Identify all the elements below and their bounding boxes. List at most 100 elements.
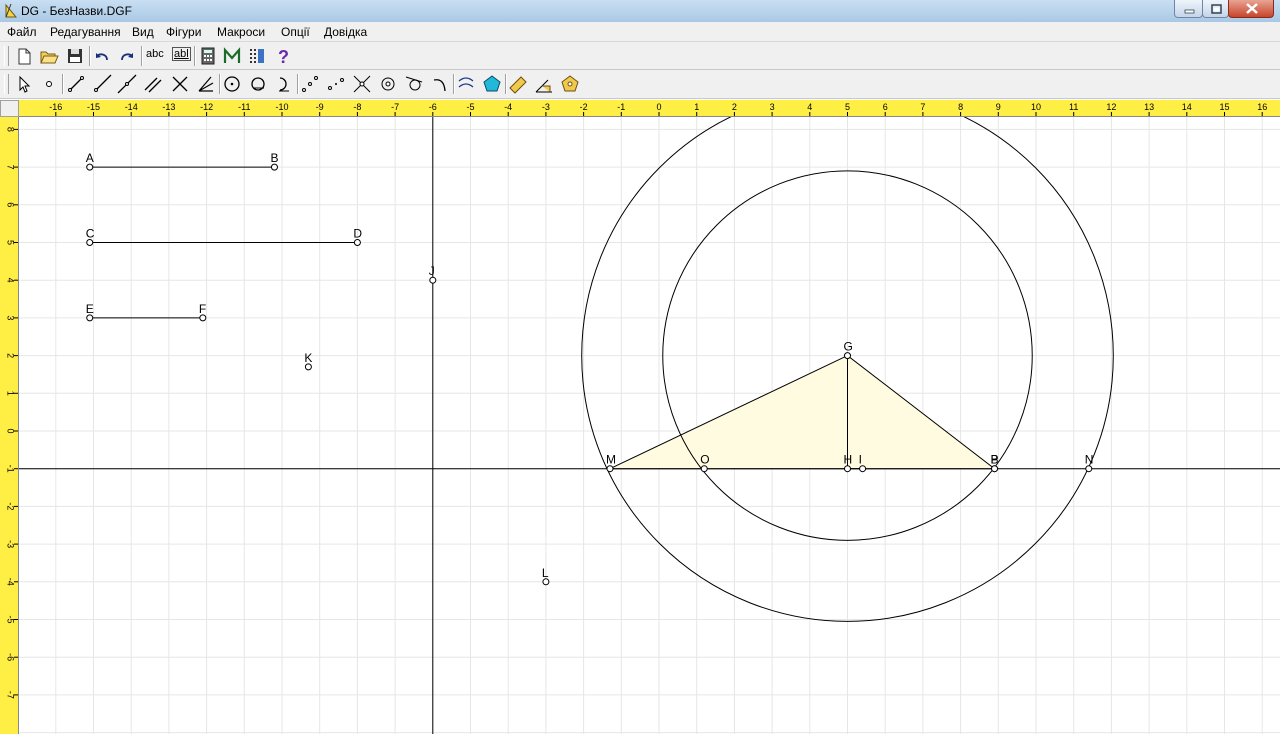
ruler-y-label: 7 (6, 165, 16, 170)
ruler-corner (0, 100, 19, 117)
ruler-x-label: -3 (542, 102, 550, 112)
point-tool[interactable] (38, 73, 60, 95)
calculator-icon (201, 47, 215, 65)
grid-button[interactable] (246, 45, 268, 67)
help-icon: ? (278, 47, 289, 67)
ruler-x-label: 6 (883, 102, 888, 112)
minimize-button[interactable] (1174, 0, 1203, 18)
segment-tool[interactable] (65, 73, 87, 95)
line-tool[interactable] (116, 73, 138, 95)
ray-tool[interactable] (91, 73, 113, 95)
ruler-x-label: -7 (391, 102, 399, 112)
macro-m-icon (223, 47, 241, 63)
redo-button[interactable] (116, 45, 138, 67)
undo-button[interactable] (91, 45, 113, 67)
ruler-x-label: -5 (466, 102, 474, 112)
measure-ruler-icon (509, 76, 527, 94)
calculator-button[interactable] (197, 45, 219, 67)
ruler-y-label: 0 (6, 428, 16, 433)
redo-icon (121, 53, 133, 61)
ruler-y-label: 6 (6, 202, 16, 207)
bisector-tool[interactable] (195, 73, 217, 95)
main-toolbar: abc abl ? (0, 42, 1280, 70)
close-icon (1246, 3, 1258, 14)
ruler-x-label: 13 (1144, 102, 1154, 112)
ruler-x-label: 1 (694, 102, 699, 112)
segment-icon (68, 76, 84, 92)
ruler-y-label: -7 (6, 691, 16, 699)
ruler-x-label: -6 (429, 102, 437, 112)
ruler-x-label: -4 (504, 102, 512, 112)
ruler-x-label: 2 (732, 102, 737, 112)
point-label-I: I (859, 453, 862, 467)
circle-icon (224, 76, 240, 92)
drawing-canvas[interactable]: ABCDEFJKLGHIMOPBN (19, 117, 1280, 734)
grid-dots-icon (250, 49, 264, 63)
circle-tool[interactable] (221, 73, 243, 95)
point-label-E: E (86, 302, 94, 316)
ruler-y-label: -1 (6, 465, 16, 473)
menu-figures[interactable]: Фігури (166, 25, 201, 39)
toolbar-grip[interactable] (4, 74, 9, 94)
midpoint-tool[interactable] (299, 73, 321, 95)
title-bar[interactable]: DG - БезНазви.DGF (0, 0, 1280, 23)
ruler-x-label: 14 (1182, 102, 1192, 112)
midpoint-icon (302, 76, 318, 92)
new-file-icon (18, 48, 31, 65)
perpendicular-tool[interactable] (169, 73, 191, 95)
point-on-circle-icon (381, 77, 395, 91)
measure-angle-tool[interactable] (533, 73, 555, 95)
close-button[interactable] (1228, 0, 1274, 18)
macro-button[interactable] (221, 45, 243, 67)
arc-tool[interactable] (273, 73, 295, 95)
menu-macros[interactable]: Макроси (217, 25, 265, 39)
pointer-tool[interactable] (13, 73, 35, 95)
window-title: DG - БезНазви.DGF (21, 4, 132, 18)
ruler-x-label: 8 (958, 102, 963, 112)
tangent-tool[interactable] (403, 73, 425, 95)
ruler-x-label: -9 (316, 102, 324, 112)
locus-tool[interactable] (455, 73, 477, 95)
polygon-tool[interactable] (481, 73, 503, 95)
ruler-y-label: 5 (6, 240, 16, 245)
ruler-x-label: 16 (1257, 102, 1267, 112)
ruler-x-label: 12 (1106, 102, 1116, 112)
measure-angle-icon (535, 79, 552, 93)
ruler-x-label: 11 (1069, 102, 1078, 112)
circle-radius-tool[interactable] (247, 73, 269, 95)
parallel-tool[interactable] (142, 73, 164, 95)
arc-three-points-tool[interactable] (429, 73, 451, 95)
help-button[interactable]: ? (272, 45, 294, 67)
ruler-y-label: -4 (6, 578, 16, 586)
point-label-C: C (86, 227, 95, 241)
menu-options[interactable]: Опції (281, 25, 310, 39)
ruler-x-label: -12 (200, 102, 213, 112)
ruler-y-label: 4 (6, 278, 16, 283)
symmetric-point-tool[interactable] (325, 73, 347, 95)
menu-help[interactable]: Довідка (324, 25, 367, 39)
menu-edit[interactable]: Редагування (50, 25, 121, 39)
new-file-button[interactable] (13, 45, 35, 67)
point-on-circle-tool[interactable] (377, 73, 399, 95)
intersection-tool[interactable] (351, 73, 373, 95)
regular-polygon-tool[interactable] (559, 73, 581, 95)
open-file-button[interactable] (38, 45, 60, 67)
point-label-B: B (270, 151, 278, 165)
menu-bar: Файл Редагування Вид Фігури Макроси Опці… (0, 22, 1280, 42)
save-button[interactable] (64, 45, 86, 67)
maximize-button[interactable] (1202, 0, 1229, 18)
save-icon (68, 49, 82, 63)
point-label-M: M (606, 453, 616, 467)
ruler-x-label: 3 (770, 102, 775, 112)
text-abc-button[interactable]: abc (146, 48, 164, 60)
menu-file[interactable]: Файл (7, 25, 37, 39)
measure-ruler-tool[interactable] (507, 73, 529, 95)
triangle-MGP[interactable] (609, 355, 997, 470)
undo-icon (96, 53, 108, 61)
ruler-x-label: 5 (845, 102, 850, 112)
ruler-x-label: -8 (353, 102, 361, 112)
toolbar-grip[interactable] (4, 46, 9, 66)
text-abl-button[interactable]: abl (172, 47, 191, 61)
ruler-x-label: -14 (125, 102, 138, 112)
menu-view[interactable]: Вид (132, 25, 154, 39)
